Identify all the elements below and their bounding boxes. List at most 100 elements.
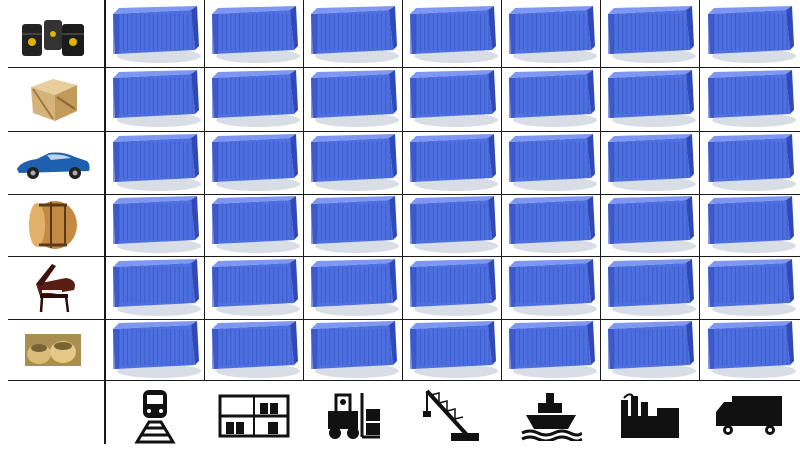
container-cell[interactable] xyxy=(701,257,798,318)
shipping-container-icon xyxy=(109,133,201,192)
container-cell[interactable] xyxy=(206,3,301,66)
sacks-icon xyxy=(23,330,83,370)
container-cell[interactable] xyxy=(305,68,400,130)
warehouse-rack-icon xyxy=(218,390,290,440)
shipping-container-icon xyxy=(307,320,399,379)
shipping-container-icon xyxy=(109,70,201,128)
container-cell[interactable] xyxy=(602,132,697,193)
shipping-container-icon xyxy=(406,320,498,379)
container-cell[interactable] xyxy=(305,132,400,193)
container-cell[interactable] xyxy=(206,68,301,130)
container-cell[interactable] xyxy=(503,257,598,318)
forklift-icon xyxy=(322,387,384,443)
shipping-container-icon xyxy=(704,320,796,379)
shipping-container-icon xyxy=(109,320,201,379)
shipping-container-icon xyxy=(704,70,796,128)
container-cell[interactable] xyxy=(305,257,400,318)
container-cell[interactable] xyxy=(108,132,202,193)
sports-car-icon xyxy=(13,143,93,183)
container-cell[interactable] xyxy=(701,68,798,130)
shipping-container-icon xyxy=(505,5,597,64)
container-cell[interactable] xyxy=(701,320,798,379)
oil-barrels-icon xyxy=(18,10,88,60)
container-cell[interactable] xyxy=(404,3,499,66)
container-cell[interactable] xyxy=(503,195,598,255)
shipping-container-icon xyxy=(704,133,796,192)
factory-icon xyxy=(617,390,683,440)
shipping-container-icon xyxy=(505,258,597,317)
container-cell[interactable] xyxy=(602,195,697,255)
shipping-container-icon xyxy=(505,320,597,379)
container-cell[interactable] xyxy=(108,68,202,130)
ship-icon xyxy=(520,389,582,441)
container-cell[interactable] xyxy=(602,3,697,66)
container-cell[interactable] xyxy=(602,68,697,130)
shipping-container-icon xyxy=(505,70,597,128)
container-cell[interactable] xyxy=(206,132,301,193)
grid-line-vertical xyxy=(402,0,403,380)
shipping-container-icon xyxy=(109,5,201,64)
shipping-container-icon xyxy=(406,196,498,254)
crane-icon xyxy=(421,385,483,445)
container-cell[interactable] xyxy=(503,132,598,193)
container-cell[interactable] xyxy=(305,3,400,66)
shipping-container-icon xyxy=(604,258,696,317)
container-cell[interactable] xyxy=(701,195,798,255)
container-cell[interactable] xyxy=(404,68,499,130)
container-cell[interactable] xyxy=(503,320,598,379)
shipping-container-icon xyxy=(604,320,696,379)
cargo-row-icon xyxy=(6,2,100,67)
container-cell[interactable] xyxy=(206,257,301,318)
transport-column-icon xyxy=(600,382,699,448)
container-cell[interactable] xyxy=(305,195,400,255)
shipping-container-icon xyxy=(208,133,300,192)
container-cell[interactable] xyxy=(503,68,598,130)
container-cell[interactable] xyxy=(503,3,598,66)
shipping-container-icon xyxy=(307,133,399,192)
shipping-container-icon xyxy=(208,70,300,128)
container-cell[interactable] xyxy=(602,320,697,379)
container-cell[interactable] xyxy=(404,132,499,193)
shipping-container-icon xyxy=(604,133,696,192)
shipping-container-icon xyxy=(505,133,597,192)
container-cell[interactable] xyxy=(108,195,202,255)
container-cell[interactable] xyxy=(108,3,202,66)
container-cell[interactable] xyxy=(206,195,301,255)
shipping-container-icon xyxy=(406,258,498,317)
container-cell[interactable] xyxy=(108,320,202,379)
cargo-row-icon xyxy=(6,194,100,256)
shipping-container-icon xyxy=(704,258,796,317)
shipping-container-icon xyxy=(307,196,399,254)
wooden-crate-icon xyxy=(23,73,83,125)
container-cell[interactable] xyxy=(701,3,798,66)
grid-line-vertical xyxy=(600,0,601,380)
transport-column-icon xyxy=(501,382,600,448)
container-cell[interactable] xyxy=(108,257,202,318)
shipping-container-icon xyxy=(208,5,300,64)
transport-column-icon xyxy=(303,382,402,448)
shipping-container-icon xyxy=(604,5,696,64)
cargo-row-icon xyxy=(6,131,100,194)
shipping-container-icon xyxy=(604,196,696,254)
shipping-container-icon xyxy=(208,258,300,317)
grid-line-vertical xyxy=(303,0,304,380)
shipping-container-icon xyxy=(406,5,498,64)
container-cell[interactable] xyxy=(404,320,499,379)
shipping-container-icon xyxy=(307,258,399,317)
container-cell[interactable] xyxy=(206,320,301,379)
grid-line-vertical xyxy=(204,0,205,380)
grand-piano-icon xyxy=(26,260,80,316)
transport-column-icon xyxy=(699,382,800,448)
container-cell[interactable] xyxy=(602,257,697,318)
shipping-container-icon xyxy=(406,70,498,128)
transport-column-icon xyxy=(106,382,204,448)
train-icon xyxy=(125,384,185,446)
container-cell[interactable] xyxy=(305,320,400,379)
shipping-container-icon xyxy=(208,196,300,254)
container-cell[interactable] xyxy=(701,132,798,193)
truck-icon xyxy=(714,390,786,440)
container-cell[interactable] xyxy=(404,195,499,255)
cargo-row-icon xyxy=(6,67,100,131)
container-cell[interactable] xyxy=(404,257,499,318)
transport-column-icon xyxy=(204,382,303,448)
